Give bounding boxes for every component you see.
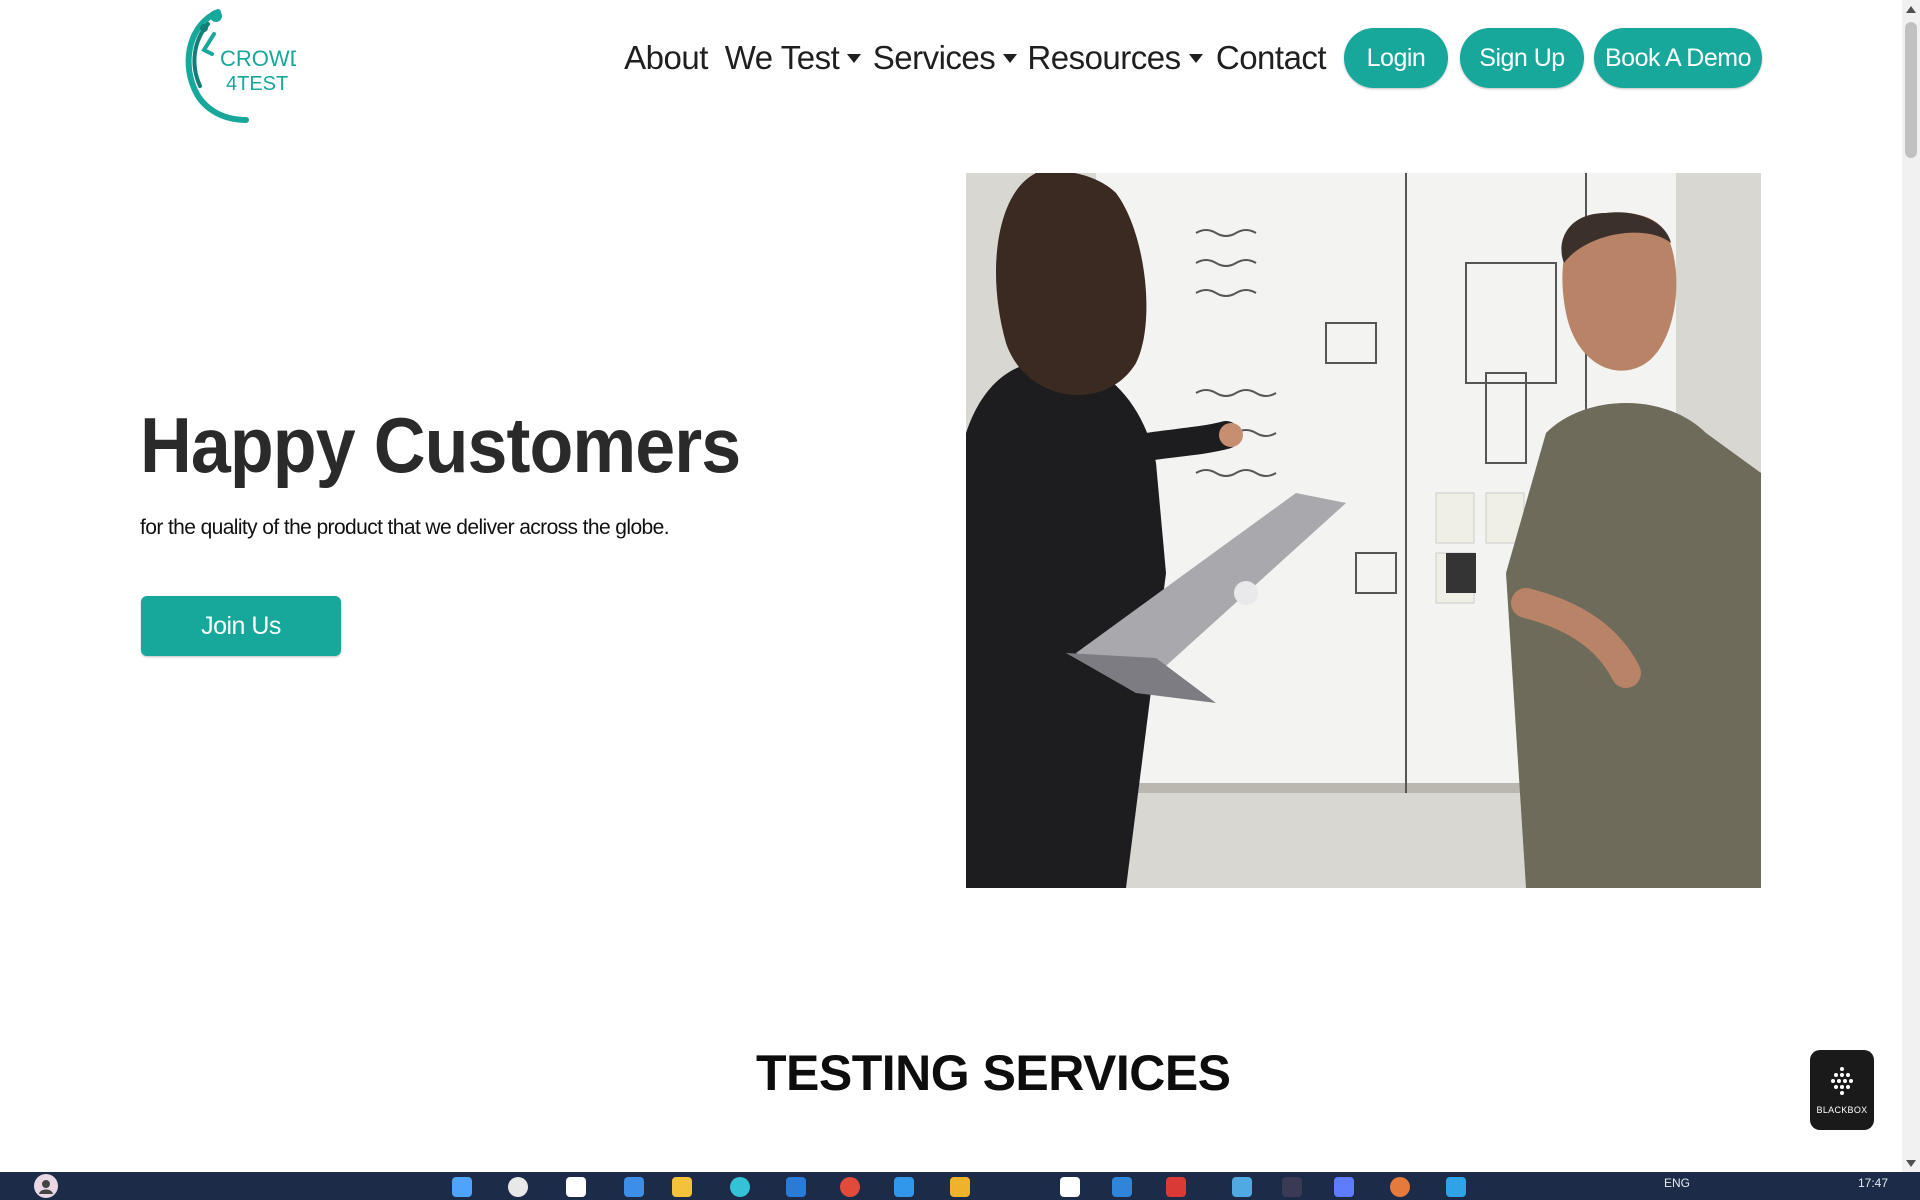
nav-about-label: About: [624, 39, 708, 76]
hero-photo: [966, 173, 1761, 888]
nav-services-label: Services: [872, 39, 996, 76]
user-profile-icon[interactable]: [34, 1174, 58, 1198]
windows-start-icon[interactable]: [452, 1177, 472, 1197]
app-icon[interactable]: [786, 1177, 806, 1197]
blackbox-widget[interactable]: BLACKBOX: [1810, 1050, 1874, 1130]
nav-about[interactable]: About: [620, 22, 712, 94]
book-demo-button[interactable]: Book A Demo: [1594, 28, 1762, 88]
testing-services-heading: TESTING SERVICES: [756, 1045, 1231, 1101]
blackbox-icon: [1831, 1067, 1853, 1095]
user-avatar-icon: [39, 1180, 53, 1194]
taskbar: ENG 17:47: [0, 1172, 1920, 1200]
app-icon[interactable]: [1446, 1177, 1466, 1197]
hero-title: Happy Customers: [140, 401, 741, 489]
blackbox-label: BLACKBOX: [1816, 1105, 1868, 1115]
app-icon[interactable]: [894, 1177, 914, 1197]
nav-we-test-label: We Test: [724, 39, 840, 76]
people-at-whiteboard-image: [966, 173, 1761, 888]
app-icon[interactable]: [1112, 1177, 1132, 1197]
scroll-down-button[interactable]: [1902, 1154, 1920, 1172]
active-app-icon[interactable]: [1282, 1177, 1302, 1197]
nav-contact-label: Contact: [1215, 39, 1327, 76]
svg-text:4TEST: 4TEST: [226, 73, 288, 95]
chrome-icon[interactable]: [840, 1177, 860, 1197]
search-icon[interactable]: [508, 1177, 528, 1197]
app-icon[interactable]: [950, 1177, 970, 1197]
chevron-down-icon: [1188, 53, 1203, 63]
scroll-thumb[interactable]: [1905, 22, 1917, 158]
scroll-up-button[interactable]: [1902, 0, 1920, 18]
nav-resources[interactable]: Resources: [1027, 22, 1203, 94]
crowd4test-logo[interactable]: CROWD 4TEST: [160, 4, 296, 132]
document-icon[interactable]: [1060, 1177, 1080, 1197]
chevron-down-icon: [847, 53, 862, 63]
app-icon[interactable]: [1390, 1177, 1410, 1197]
language-indicator[interactable]: ENG: [1664, 1176, 1690, 1190]
clock[interactable]: 17:47: [1858, 1176, 1888, 1190]
arrow-up-icon: [1906, 5, 1916, 13]
chevron-down-icon: [1003, 53, 1018, 63]
app-icon[interactable]: [1232, 1177, 1252, 1197]
app-icon[interactable]: [624, 1177, 644, 1197]
crowd4test-logo-icon: CROWD 4TEST: [185, 9, 296, 123]
signup-button[interactable]: Sign Up: [1460, 28, 1584, 88]
file-explorer-icon[interactable]: [672, 1177, 692, 1197]
nav-services[interactable]: Services: [872, 22, 1018, 94]
arrow-down-icon: [1906, 1159, 1916, 1167]
login-button[interactable]: Login: [1344, 28, 1448, 88]
vertical-scrollbar[interactable]: [1902, 0, 1920, 1172]
hero-subtitle: for the quality of the product that we d…: [140, 516, 670, 539]
task-view-icon[interactable]: [566, 1177, 586, 1197]
nav-contact[interactable]: Contact: [1210, 22, 1332, 94]
nav-we-test[interactable]: We Test: [724, 22, 862, 94]
svg-text:CROWD: CROWD: [220, 46, 296, 71]
mail-icon[interactable]: [1166, 1177, 1186, 1197]
edge-icon[interactable]: [730, 1177, 750, 1197]
nav-resources-label: Resources: [1027, 39, 1181, 76]
join-us-button[interactable]: Join Us: [141, 596, 341, 656]
calendar-icon[interactable]: [1334, 1177, 1354, 1197]
